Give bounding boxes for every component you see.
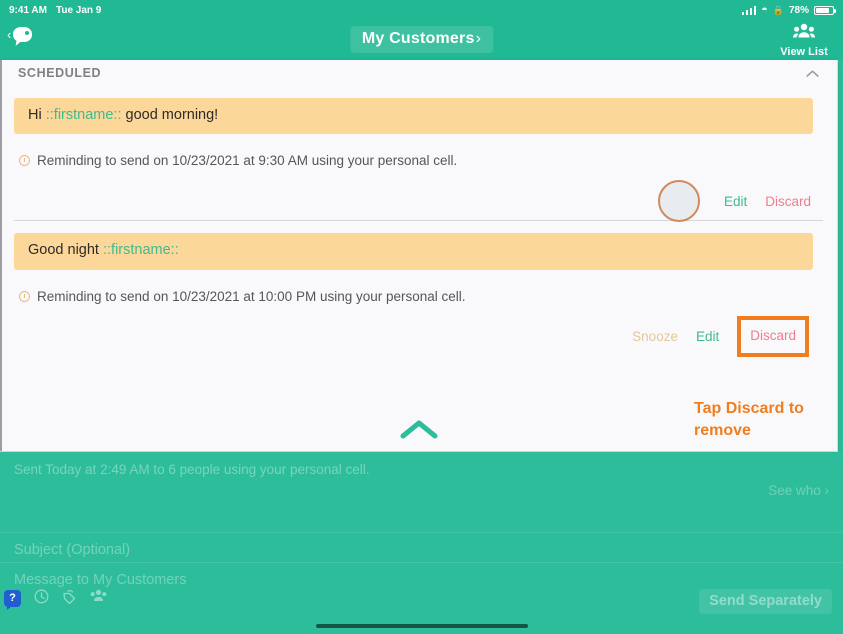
status-time: 9:41 AM xyxy=(9,4,47,16)
view-list-button[interactable]: View List xyxy=(773,23,835,58)
message-bubble[interactable]: Hi ::firstname:: good morning! xyxy=(14,98,813,135)
status-bar: 9:41 AM Tue Jan 9 ◓ 🔒 78% xyxy=(0,0,843,20)
see-who-link[interactable]: See who › xyxy=(768,483,829,498)
chevron-up-icon[interactable] xyxy=(806,66,819,81)
annotation-line-1: Tap Discard to xyxy=(694,400,804,417)
item-divider xyxy=(14,220,823,222)
message-token: ::firstname:: xyxy=(102,242,179,259)
message-prefix: Good night xyxy=(28,242,103,259)
help-icon[interactable]: ? xyxy=(4,589,21,610)
page-title-label: My Customers xyxy=(361,30,475,47)
home-indicator xyxy=(315,624,528,628)
status-date: Tue Jan 9 xyxy=(55,4,102,16)
item-actions: Snooze Edit Discard xyxy=(14,304,823,358)
reminder-row: Reminding to send on 10/23/2021 at 10:00… xyxy=(14,270,823,304)
discard-highlight-box: Discard xyxy=(737,316,809,358)
clock-icon xyxy=(19,155,30,167)
battery-icon xyxy=(814,5,836,15)
reminder-text: Reminding to send on 10/23/2021 at 10:00… xyxy=(37,288,466,304)
tap-target-circle[interactable] xyxy=(657,180,700,223)
send-separately-button[interactable]: Send Separately xyxy=(699,589,832,614)
wifi-icon: ◓ xyxy=(761,3,768,16)
edit-button[interactable]: Edit xyxy=(696,329,719,344)
back-chevron-icon: ‹ xyxy=(7,27,12,42)
clock-icon[interactable] xyxy=(34,589,49,608)
snooze-button[interactable]: Snooze xyxy=(632,329,678,344)
nav-bar: ‹ My Customers› View List xyxy=(0,20,843,60)
scheduled-header: SCHEDULED xyxy=(0,60,837,86)
people-icon[interactable] xyxy=(90,589,107,607)
view-list-label: View List xyxy=(780,46,828,58)
subject-placeholder: Subject (Optional) xyxy=(14,542,131,558)
collapse-panel-chevron-up-icon[interactable] xyxy=(400,418,438,445)
message-prefix: Hi xyxy=(28,107,46,123)
scheduled-item: Hi ::firstname:: good morning! Reminding… xyxy=(0,98,837,223)
lock-icon: 🔒 xyxy=(772,4,784,15)
reminder-text: Reminding to send on 10/23/2021 at 9:30 … xyxy=(37,153,458,169)
scheduled-item: Good night ::firstname:: Reminding to se… xyxy=(0,233,837,358)
sent-status-text: Sent Today at 2:49 AM to 6 people using … xyxy=(14,462,370,477)
discard-button[interactable]: Discard xyxy=(750,328,796,343)
reminder-row: Reminding to send on 10/23/2021 at 9:30 … xyxy=(14,134,823,168)
signal-icon xyxy=(741,5,757,15)
annotation-line-2: remove xyxy=(694,421,751,439)
status-bar-right: ◓ 🔒 78% xyxy=(741,3,836,16)
people-group-icon xyxy=(793,23,815,45)
item-actions: Edit Discard xyxy=(14,168,823,223)
message-suffix: good morning! xyxy=(121,107,219,123)
message-token: ::firstname:: xyxy=(45,107,122,123)
message-bubble[interactable]: Good night ::firstname:: xyxy=(14,233,813,270)
battery-percent: 78% xyxy=(788,4,809,16)
chevron-right-icon: › xyxy=(475,30,482,47)
chat-bubble-icon xyxy=(13,27,33,42)
tag-icon[interactable] xyxy=(62,589,77,608)
scheduled-title: SCHEDULED xyxy=(18,66,102,80)
scheduled-panel: SCHEDULED Hi ::firstname:: good morning!… xyxy=(0,60,838,452)
annotation-callout: Tap Discard to remove xyxy=(694,398,826,441)
status-bar-left: 9:41 AM Tue Jan 9 xyxy=(9,5,101,16)
discard-button[interactable]: Discard xyxy=(765,194,811,209)
page-title[interactable]: My Customers› xyxy=(349,26,494,53)
edit-button[interactable]: Edit xyxy=(724,194,747,209)
back-button[interactable]: ‹ xyxy=(7,27,33,42)
clock-icon xyxy=(19,290,30,302)
composer-background: Sent Today at 2:49 AM to 6 people using … xyxy=(0,452,843,634)
